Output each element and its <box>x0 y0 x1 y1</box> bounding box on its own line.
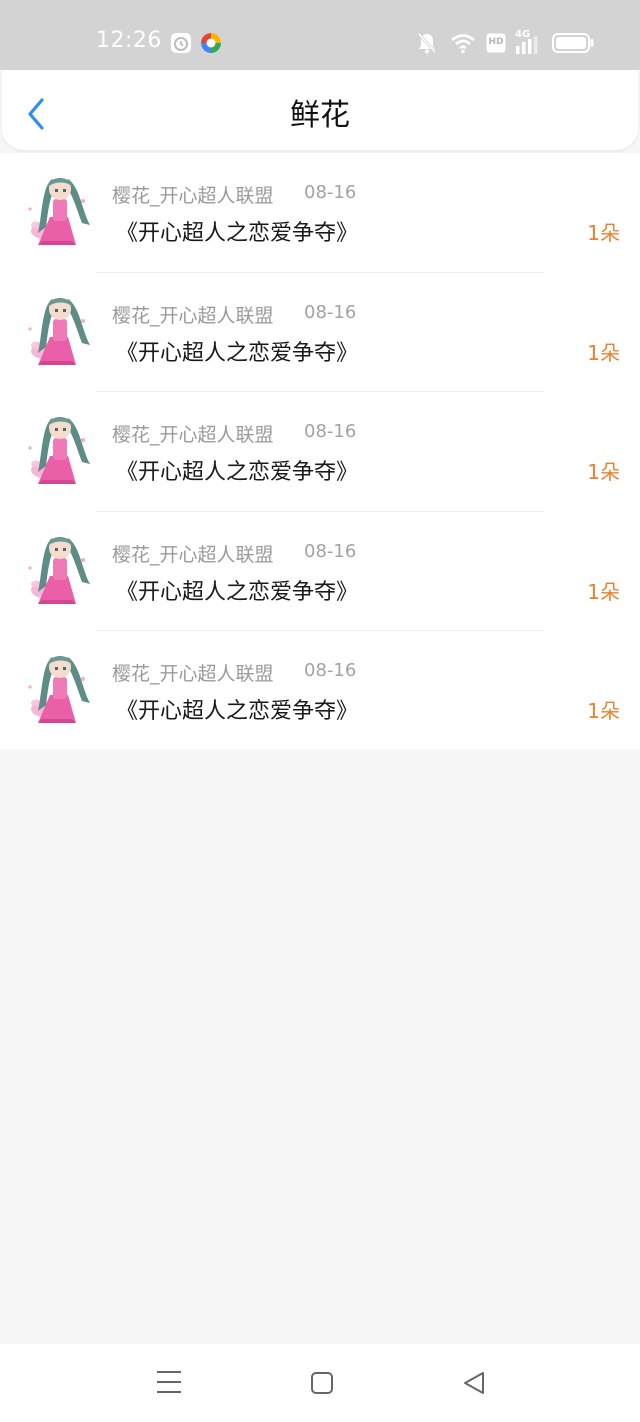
anime-girl-avatar[interactable] <box>22 410 98 490</box>
status-bar: 12:26 HD 4G <box>0 0 640 70</box>
sender-name: 樱花_开心超人联盟 <box>112 185 274 207</box>
status-time: 12:26 <box>96 28 162 53</box>
page-title: 鲜花 <box>290 98 350 133</box>
chevron-left-icon <box>28 98 44 130</box>
send-date: 08-16 <box>304 540 357 562</box>
sender-name: 樱花_开心超人联盟 <box>112 663 274 685</box>
send-date: 08-16 <box>304 301 357 323</box>
send-date: 08-16 <box>304 660 357 681</box>
flower-list: 樱花_开心超人联盟 08-16 《开心超人之恋爱争夺》 1朵 樱花_开心超人联盟… <box>0 153 640 749</box>
sender-name: 樱花_开心超人联盟 <box>112 304 274 327</box>
alarm-clock-icon <box>171 33 191 53</box>
battery-icon <box>552 33 594 53</box>
signal-4g-icon <box>516 36 538 54</box>
work-title: 《开心超人之恋爱争夺》 <box>116 699 359 724</box>
send-date: 08-16 <box>304 182 357 203</box>
anime-girl-avatar[interactable] <box>22 171 98 251</box>
anime-girl-avatar[interactable] <box>22 649 98 729</box>
work-title: 《开心超人之恋爱争夺》 <box>116 460 359 485</box>
sender-name: 樱花_开心超人联盟 <box>112 543 274 566</box>
work-title: 《开心超人之恋爱争夺》 <box>116 579 359 605</box>
back-button[interactable] <box>20 94 52 134</box>
flower-list-item[interactable]: 樱花_开心超人联盟 08-16 《开心超人之恋爱争夺》 1朵 <box>0 153 640 273</box>
flower-count: 1朵 <box>587 340 620 365</box>
back-triangle-icon[interactable] <box>462 1371 486 1395</box>
flower-list-item[interactable]: 樱花_开心超人联盟 08-16 《开心超人之恋爱争夺》 1朵 <box>0 273 640 392</box>
flower-count: 1朵 <box>587 221 620 245</box>
flower-list-item[interactable]: 樱花_开心超人联盟 08-16 《开心超人之恋爱争夺》 1朵 <box>0 392 640 512</box>
sender-name: 樱花_开心超人联盟 <box>112 424 274 446</box>
header: 鲜花 <box>2 70 638 150</box>
system-nav-bar <box>0 1344 640 1422</box>
bell-muted-icon <box>417 33 437 54</box>
colorful-app-icon <box>201 33 221 53</box>
wifi-icon <box>451 34 475 54</box>
flower-list-item[interactable]: 樱花_开心超人联盟 08-16 《开心超人之恋爱争夺》 1朵 <box>0 631 640 751</box>
flower-count: 1朵 <box>587 699 620 723</box>
work-title: 《开心超人之恋爱争夺》 <box>116 340 359 366</box>
anime-girl-avatar[interactable] <box>22 291 98 371</box>
menu-icon[interactable] <box>156 1370 182 1394</box>
send-date: 08-16 <box>304 421 357 442</box>
work-title: 《开心超人之恋爱争夺》 <box>116 221 359 246</box>
home-square-icon[interactable] <box>310 1371 334 1395</box>
anime-girl-avatar[interactable] <box>22 530 98 610</box>
flower-count: 1朵 <box>587 579 620 604</box>
flower-count: 1朵 <box>587 460 620 484</box>
flower-list-item[interactable]: 樱花_开心超人联盟 08-16 《开心超人之恋爱争夺》 1朵 <box>0 512 640 631</box>
hd-label: HD <box>488 37 504 47</box>
